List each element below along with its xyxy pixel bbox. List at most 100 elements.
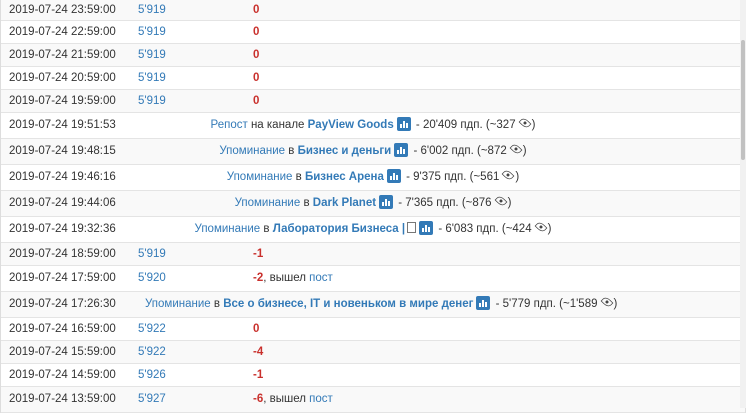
row-date: 2019-07-24 20:59:00 xyxy=(9,72,116,84)
subscriber-count: 5'919 xyxy=(138,26,166,38)
mention-type-link[interactable]: Упоминание xyxy=(195,223,261,235)
subscriber-count: 5'922 xyxy=(138,346,166,358)
table-row: 2019-07-24 14:59:00 5'926 -1 xyxy=(1,364,745,387)
mention-row: 2019-07-24 19:32:36 Упоминание в Лаборато… xyxy=(1,217,745,243)
table-row: 2019-07-24 23:59:00 5'919 0 xyxy=(1,0,745,21)
mention-type-link[interactable]: Упоминание xyxy=(227,171,293,183)
subscriber-delta: 0 xyxy=(253,90,259,112)
scrollbar-thumb[interactable] xyxy=(741,40,745,160)
mention-row: 2019-07-24 17:26:30 Упоминание в Все о би… xyxy=(1,292,745,318)
mention-text: Репост на канале PayView Goods - 20'409 … xyxy=(145,113,601,138)
delta-note-text: , вышел xyxy=(263,393,310,405)
mention-row: 2019-07-24 19:48:15 Упоминание в Бизнес и… xyxy=(1,139,745,165)
mention-preposition: в xyxy=(303,197,310,209)
delta-value: -1 xyxy=(253,248,264,260)
table-row: 2019-07-24 22:59:00 5'919 0 xyxy=(1,21,745,44)
mention-close-paren: ) xyxy=(522,145,527,157)
table-row: 2019-07-24 19:59:00 5'919 0 xyxy=(1,90,745,113)
channel-link[interactable]: Все о бизнесе, IT и новеньком в мире ден… xyxy=(223,298,473,310)
row-date: 2019-07-24 17:26:30 xyxy=(9,298,116,310)
mention-reach: - 7'365 пдп. (~876 xyxy=(398,197,492,209)
delta-value: 0 xyxy=(253,95,260,107)
subscriber-count: 5'919 xyxy=(138,49,166,61)
row-date: 2019-07-24 18:59:00 xyxy=(9,248,116,260)
bar-chart-icon[interactable] xyxy=(419,221,434,235)
mention-reach: - 6'083 пдп. (~424 xyxy=(438,223,532,235)
row-date: 2019-07-24 14:59:00 xyxy=(9,369,116,381)
mention-text: Упоминание в Бизнес и деньги - 6'002 пдп… xyxy=(145,139,601,164)
delta-note-text: , вышел xyxy=(263,272,310,284)
post-link[interactable]: пост xyxy=(309,272,333,284)
delta-note: , вышел пост xyxy=(263,272,333,284)
subscriber-count: 5'926 xyxy=(138,369,166,381)
mention-text: Упоминание в Лаборатория Бизнеса | - 6'0… xyxy=(145,217,601,242)
mention-close-paren: ) xyxy=(547,223,552,235)
channel-link[interactable]: PayView Goods xyxy=(308,119,394,131)
eye-icon xyxy=(509,142,523,156)
bar-chart-icon[interactable] xyxy=(396,117,411,131)
subscriber-count: 5'927 xyxy=(138,393,166,405)
mention-preposition: на канале xyxy=(250,119,305,131)
bar-chart-icon[interactable] xyxy=(476,296,491,310)
delta-value: 0 xyxy=(253,323,260,335)
eye-icon xyxy=(600,295,613,309)
row-date: 2019-07-24 15:59:00 xyxy=(9,346,116,358)
mention-reach: - 5'779 пдп. (~1'589 xyxy=(495,298,598,310)
table-row: 2019-07-24 17:59:00 5'920 -2, вышел пост xyxy=(1,266,745,292)
row-date: 2019-07-24 19:32:36 xyxy=(9,223,116,235)
subscriber-delta: -2, вышел пост xyxy=(253,266,333,291)
scrollbar[interactable] xyxy=(740,0,746,408)
delta-value: -2 xyxy=(253,272,264,284)
missing-glyph-icon xyxy=(407,222,417,233)
mention-type-link[interactable]: Репост xyxy=(211,119,248,131)
delta-value: -6 xyxy=(253,393,264,405)
mention-reach: - 20'409 пдп. (~327 xyxy=(415,119,516,131)
subscriber-delta: 0 xyxy=(253,0,259,20)
mention-text: Упоминание в Все о бизнесе, IT и новеньк… xyxy=(145,292,617,317)
mention-close-paren: ) xyxy=(515,171,520,183)
bar-chart-icon[interactable] xyxy=(386,169,401,183)
eye-icon xyxy=(534,220,547,234)
eye-icon xyxy=(494,194,507,208)
row-date: 2019-07-24 19:51:53 xyxy=(9,119,116,131)
mention-reach: - 6'002 пдп. (~872 xyxy=(413,145,507,157)
mention-type-link[interactable]: Упоминание xyxy=(219,145,285,157)
mention-preposition: в xyxy=(213,298,220,310)
row-date: 2019-07-24 22:59:00 xyxy=(9,26,116,38)
subscriber-delta: -1 xyxy=(253,243,263,265)
subscriber-delta: -6, вышел пост xyxy=(253,387,333,412)
row-date: 2019-07-24 13:59:00 xyxy=(9,393,116,405)
row-date: 2019-07-24 19:59:00 xyxy=(9,95,116,107)
subscriber-count: 5'919 xyxy=(138,95,166,107)
channel-link[interactable]: Бизнес и деньги xyxy=(298,145,392,157)
subscriber-delta: 0 xyxy=(253,67,259,89)
table-row: 2019-07-24 15:59:00 5'922 -4 xyxy=(1,341,745,364)
subscriber-count: 5'919 xyxy=(138,248,166,260)
subscriber-count: 5'920 xyxy=(138,272,166,284)
row-date: 2019-07-24 19:46:16 xyxy=(9,171,116,183)
subscriber-delta: 0 xyxy=(253,318,259,340)
table-row: 2019-07-24 21:59:00 5'919 0 xyxy=(1,44,745,67)
mention-reach: - 9'375 пдп. (~561 xyxy=(406,171,500,183)
mention-preposition: в xyxy=(288,145,295,157)
delta-value: -4 xyxy=(253,346,264,358)
table-row: 2019-07-24 20:59:00 5'919 0 xyxy=(1,67,745,90)
mention-preposition: в xyxy=(295,171,302,183)
table-row: 2019-07-24 18:59:00 5'919 -1 xyxy=(1,243,745,266)
delta-value: 0 xyxy=(253,26,260,38)
mention-text: Упоминание в Бизнес Арена - 9'375 пдп. (… xyxy=(145,165,601,190)
mention-type-link[interactable]: Упоминание xyxy=(145,298,211,310)
mention-preposition: в xyxy=(263,223,270,235)
table-row: 2019-07-24 13:59:00 5'927 -6, вышел пост xyxy=(1,387,745,413)
row-date: 2019-07-24 23:59:00 xyxy=(9,4,116,16)
channel-link[interactable]: Лаборатория Бизнеса | xyxy=(273,223,405,235)
post-link[interactable]: пост xyxy=(309,393,333,405)
subscriber-delta: 0 xyxy=(253,21,259,43)
channel-link[interactable]: Dark Planet xyxy=(313,197,376,209)
bar-chart-icon[interactable] xyxy=(379,195,394,209)
mention-row: 2019-07-24 19:46:16 Упоминание в Бизнес А… xyxy=(1,165,745,191)
channel-link[interactable]: Бизнес Арена xyxy=(305,171,384,183)
subscriber-count: 5'922 xyxy=(138,323,166,335)
bar-chart-icon[interactable] xyxy=(394,143,409,157)
mention-type-link[interactable]: Упоминание xyxy=(235,197,301,209)
